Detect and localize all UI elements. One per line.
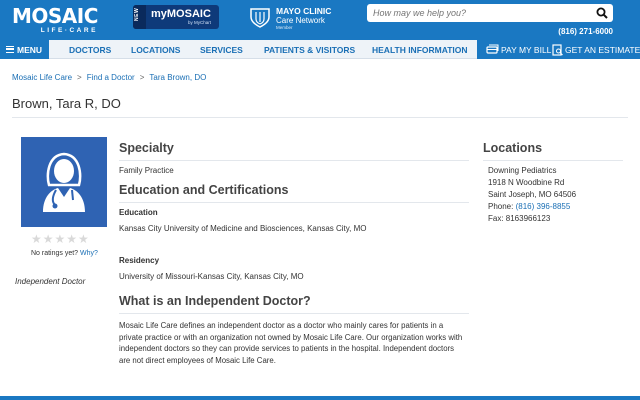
location-fax: Fax: 8163966123 [488, 214, 551, 223]
new-badge: NEW [133, 5, 146, 29]
estimate-icon [552, 44, 563, 56]
logo-subtext: LIFE·CARE [40, 27, 98, 34]
breadcrumb-separator: > [139, 73, 145, 82]
car-payment-icon [486, 44, 499, 54]
specialty-heading: Specialty [119, 141, 174, 155]
nav-item-doctors[interactable]: DOCTORS [69, 45, 111, 55]
menu-label: MENU [17, 45, 43, 55]
page-title: Brown, Tara R, DO [12, 96, 121, 111]
nav-item-health-information[interactable]: HEALTH INFORMATION [372, 45, 468, 55]
menu-button[interactable]: MENU [0, 40, 49, 59]
search-input[interactable] [373, 6, 583, 20]
mosaic-logo[interactable]: MOSAIC LIFE·CARE [12, 6, 98, 34]
nav-item-services[interactable]: SERVICES [200, 45, 243, 55]
independent-divider [119, 313, 469, 314]
main-nav: MENU DOCTORS LOCATIONS SERVICES PATIENTS… [0, 40, 640, 59]
pay-my-bill-link[interactable]: PAY MY BILL [501, 45, 551, 55]
rating-stars: ★★★★★ [31, 232, 90, 246]
breadcrumb-item[interactable]: Tara Brown, DO [149, 73, 206, 82]
independent-description: Mosaic Life Care defines an independent … [119, 321, 463, 366]
mayo-shield-icon [250, 8, 270, 28]
hamburger-icon [6, 46, 14, 53]
locations-heading: Locations [483, 141, 543, 155]
education-heading: Education and Certifications [119, 183, 289, 197]
site-header: MOSAIC LIFE·CARE NEW myMOSAIC by MyChart… [0, 0, 640, 40]
ratings-note: No ratings yet? Why? [31, 250, 98, 257]
nav-actions: PAY MY BILL GET AN ESTIMATE [477, 40, 640, 59]
residency-label: Residency [119, 256, 160, 265]
location-phone: Phone: (816) 396-8855 [488, 202, 570, 211]
mymosaic-button[interactable]: NEW myMOSAIC by MyChart [133, 5, 219, 29]
mymosaic-label: myMOSAIC [151, 8, 211, 20]
location-city: Saint Joseph, MO 64506 [488, 190, 577, 199]
search-icon[interactable] [596, 7, 608, 19]
footer-bar [0, 396, 640, 400]
residency-value: University of Missouri-Kansas City, Kans… [119, 272, 304, 281]
specialty-value: Family Practice [119, 166, 174, 175]
title-divider [12, 117, 628, 118]
education-label: Education [119, 208, 158, 217]
breadcrumb-item[interactable]: Find a Doctor [87, 73, 135, 82]
specialty-divider [119, 160, 469, 161]
logo-text: MOSAIC [12, 4, 98, 28]
independent-doctor-label: Independent Doctor [15, 277, 86, 286]
nav-item-locations[interactable]: LOCATIONS [131, 45, 180, 55]
get-estimate-link[interactable]: GET AN ESTIMATE [565, 45, 640, 55]
locations-divider [483, 160, 623, 161]
education-divider [119, 202, 469, 203]
breadcrumb-separator: > [77, 73, 82, 82]
breadcrumb: Mosaic Life Care > Find a Doctor > Tara Brow… [12, 73, 206, 82]
mychart-label: by MyChart [188, 20, 212, 25]
location-phone-link[interactable]: (816) 396-8855 [516, 202, 571, 211]
breadcrumb-item[interactable]: Mosaic Life Care [12, 73, 72, 82]
location-name: Downing Pediatrics [488, 166, 557, 175]
header-phone[interactable]: (816) 271-6000 [558, 27, 613, 36]
female-doctor-icon [43, 152, 85, 212]
nav-item-patients-visitors[interactable]: PATIENTS & VISITORS [264, 45, 355, 55]
ratings-why-link[interactable]: Why? [80, 250, 98, 257]
doctor-avatar [21, 137, 107, 227]
search-bar [367, 4, 613, 22]
phone-label: Phone: [488, 202, 514, 211]
independent-heading: What is an Independent Doctor? [119, 294, 311, 308]
location-street: 1918 N Woodbine Rd [488, 178, 565, 187]
education-value: Kansas City University of Medicine and B… [119, 224, 367, 233]
mayo-member: Member [276, 25, 293, 30]
ratings-text: No ratings yet? [31, 250, 79, 257]
